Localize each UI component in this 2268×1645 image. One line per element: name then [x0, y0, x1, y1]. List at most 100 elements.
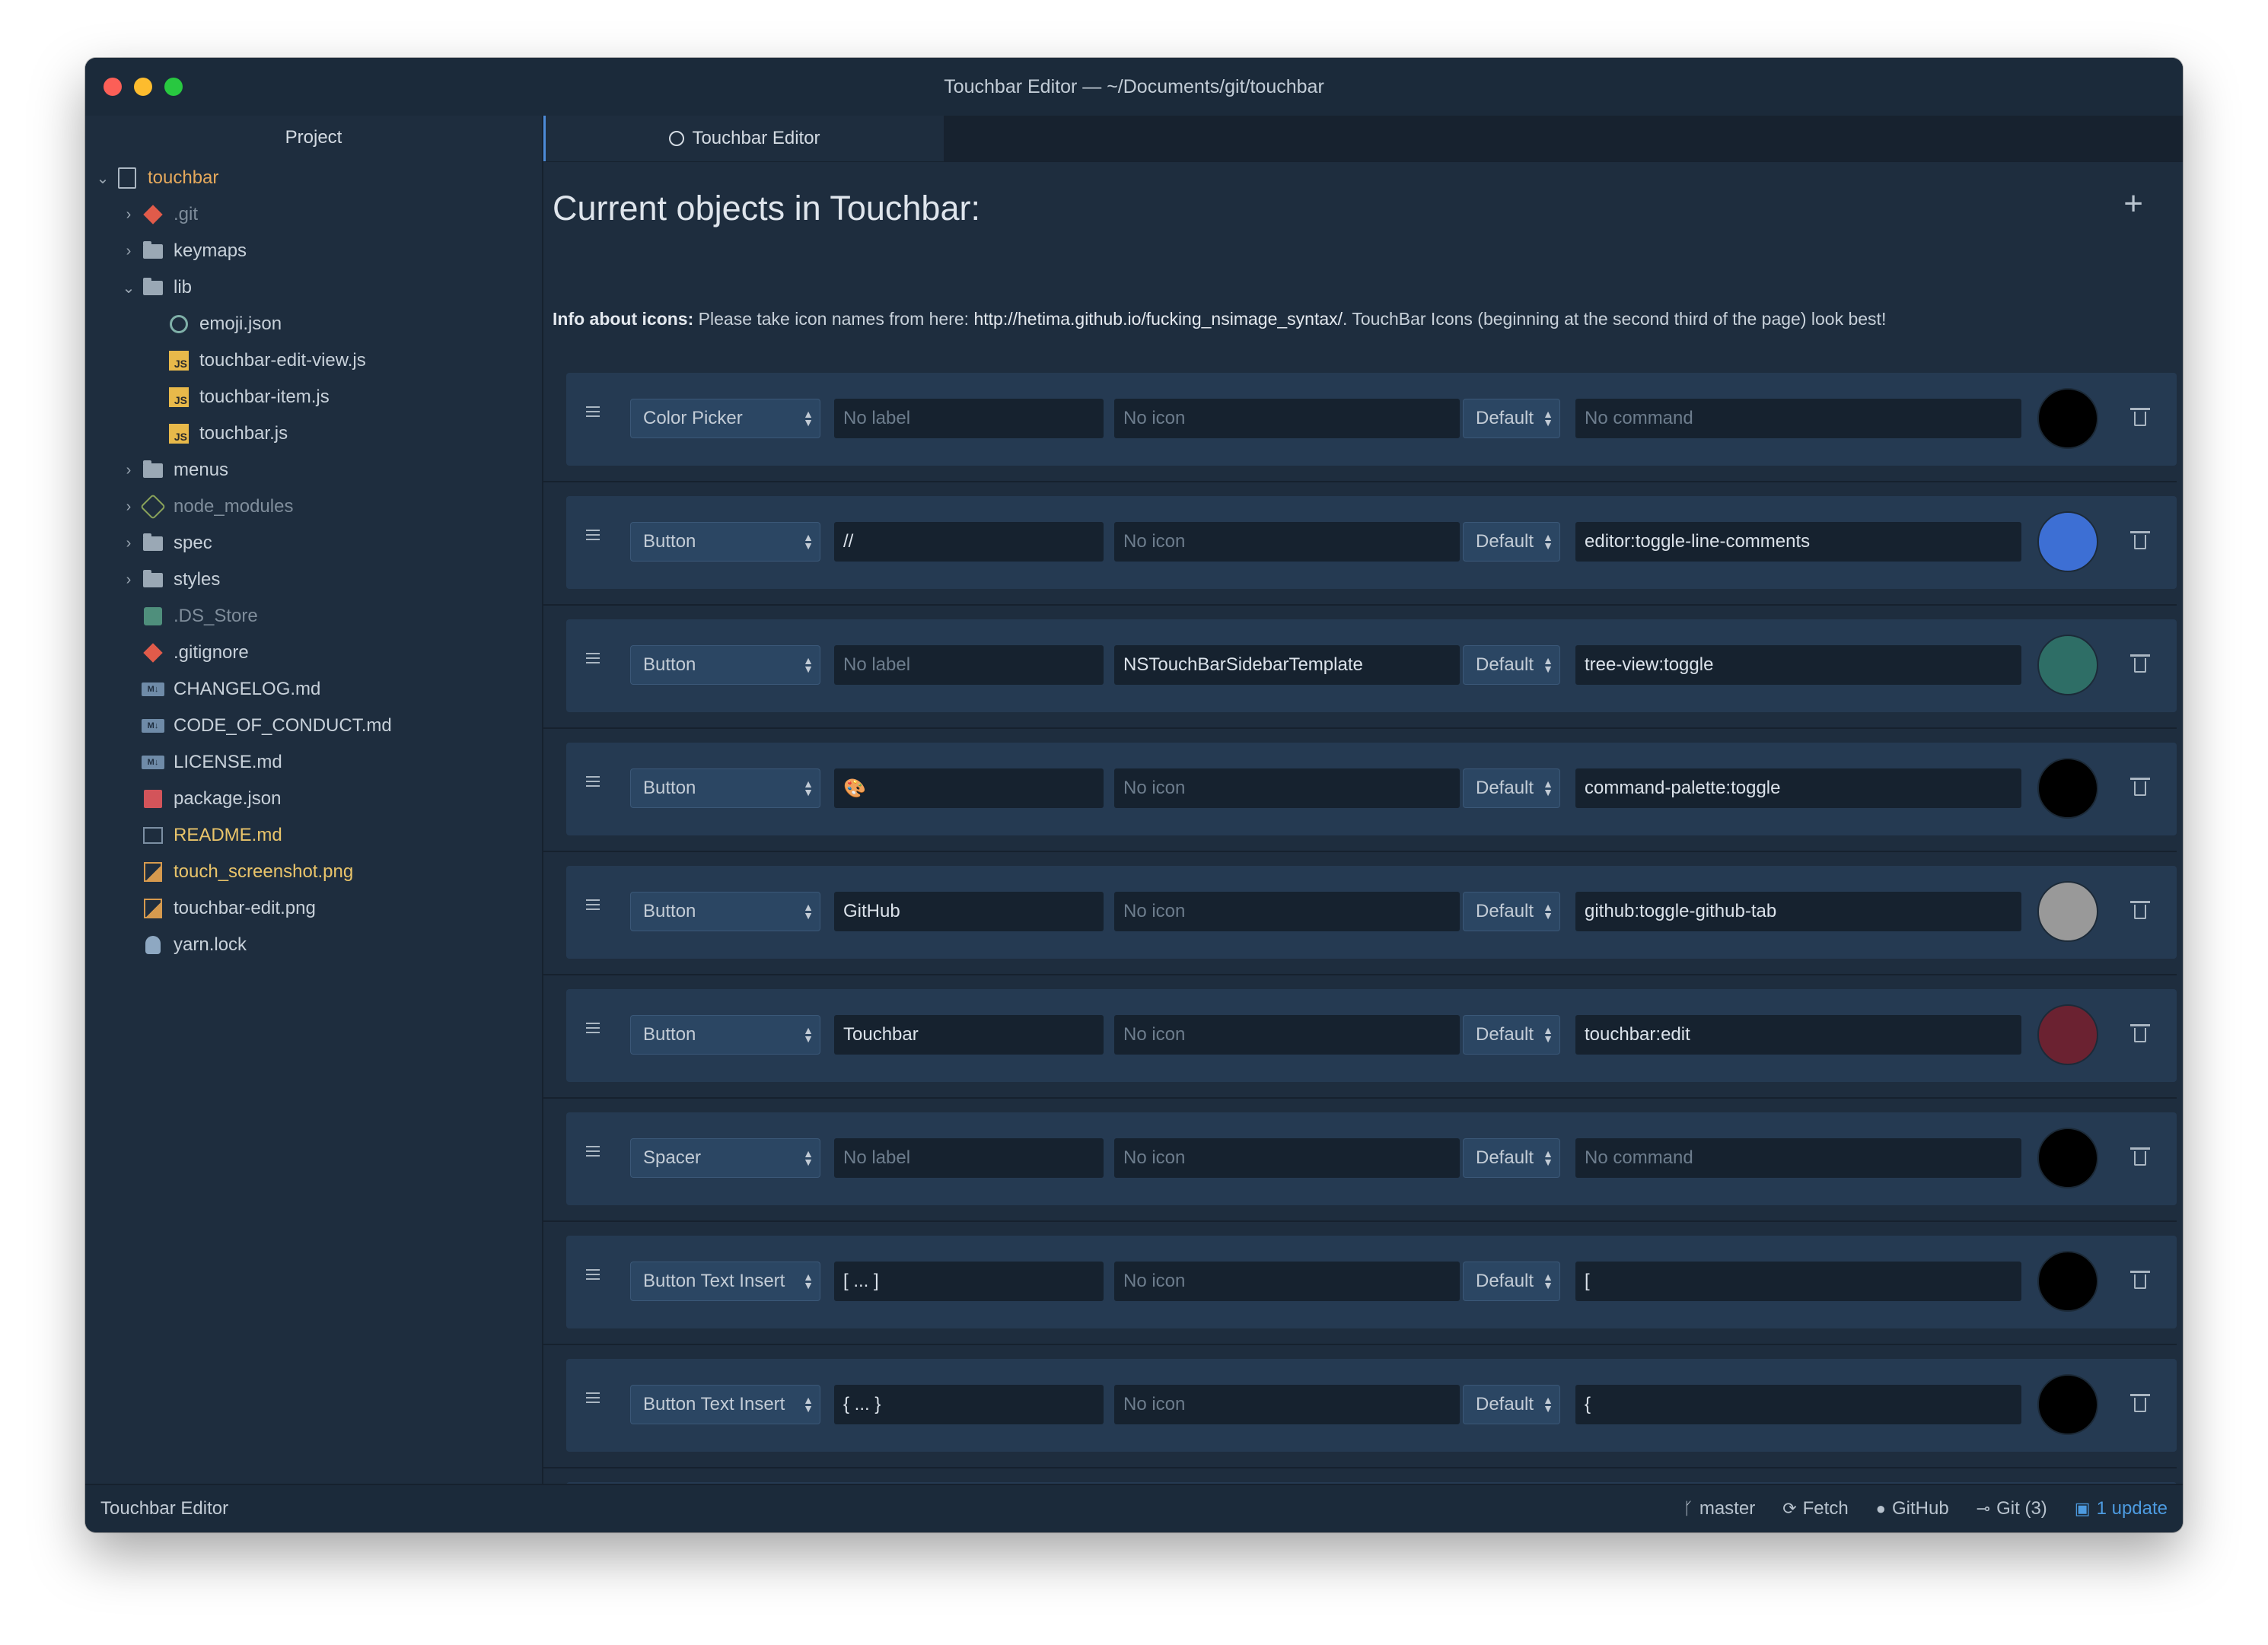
icon-input[interactable]: No icon: [1114, 1385, 1460, 1424]
trash-icon[interactable]: [2130, 1394, 2150, 1412]
tree-file[interactable]: › node_modules: [120, 488, 293, 525]
minimize-window-button[interactable]: [134, 78, 152, 96]
drag-handle-icon[interactable]: [586, 776, 600, 787]
item-type-select[interactable]: Button ▲ ▼: [630, 645, 820, 685]
tree-file[interactable]: .DS_Store: [120, 598, 258, 635]
tree-file[interactable]: › .git: [120, 196, 198, 233]
tree-file[interactable]: JS touchbar.js: [146, 415, 288, 452]
item-type-select[interactable]: Button Text Insert ▲ ▼: [630, 1262, 820, 1301]
item-type-select[interactable]: Button ▲ ▼: [630, 892, 820, 931]
trash-icon[interactable]: [2130, 408, 2150, 426]
tree-folder[interactable]: › spec: [120, 525, 212, 562]
tree-folder[interactable]: › menus: [120, 452, 228, 488]
mode-select[interactable]: Default ▲ ▼: [1463, 399, 1560, 438]
tree-file[interactable]: JS touchbar-edit-view.js: [146, 342, 366, 379]
trash-icon[interactable]: [2130, 1147, 2150, 1166]
color-swatch[interactable]: [2037, 1251, 2098, 1312]
command-input[interactable]: No command: [1575, 1138, 2021, 1178]
git-status[interactable]: ⊸ Git (3): [1977, 1498, 2047, 1519]
drag-handle-icon[interactable]: [586, 653, 600, 663]
tree-file[interactable]: touchbar-edit.png: [120, 890, 316, 927]
label-input[interactable]: Touchbar: [834, 1015, 1104, 1055]
command-input[interactable]: [: [1575, 1262, 2021, 1301]
mode-select[interactable]: Default ▲ ▼: [1463, 768, 1560, 808]
drag-handle-icon[interactable]: [586, 1269, 600, 1280]
drag-handle-icon[interactable]: [586, 530, 600, 540]
color-swatch[interactable]: [2037, 1128, 2098, 1188]
drag-handle-icon[interactable]: [586, 1392, 600, 1403]
icon-input[interactable]: No icon: [1114, 399, 1460, 438]
color-swatch[interactable]: [2037, 1374, 2098, 1435]
trash-icon[interactable]: [2130, 654, 2150, 673]
tree-file[interactable]: M↓ LICENSE.md: [120, 744, 282, 781]
command-input[interactable]: {: [1575, 1385, 2021, 1424]
color-swatch[interactable]: [2037, 511, 2098, 572]
tree-folder[interactable]: ⌄ lib: [120, 269, 192, 306]
command-input[interactable]: command-palette:toggle: [1575, 768, 2021, 808]
close-window-button[interactable]: [104, 78, 122, 96]
chevron-right-icon[interactable]: ›: [120, 243, 137, 260]
mode-select[interactable]: Default ▲ ▼: [1463, 522, 1560, 562]
icon-docs-link[interactable]: http://hetima.github.io/fucking_nsimage_…: [973, 309, 1343, 329]
item-type-select[interactable]: Button ▲ ▼: [630, 768, 820, 808]
chevron-right-icon[interactable]: ›: [120, 571, 137, 589]
tree-file[interactable]: .gitignore: [120, 635, 249, 671]
command-input[interactable]: touchbar:edit: [1575, 1015, 2021, 1055]
mode-select[interactable]: Default ▲ ▼: [1463, 1015, 1560, 1055]
label-input[interactable]: 🎨: [834, 768, 1104, 808]
item-type-select[interactable]: Button ▲ ▼: [630, 1015, 820, 1055]
item-type-select[interactable]: Button ▲ ▼: [630, 522, 820, 562]
item-type-select[interactable]: Button Text Insert ▲ ▼: [630, 1385, 820, 1424]
drag-handle-icon[interactable]: [586, 899, 600, 910]
tree-file[interactable]: M↓ CODE_OF_CONDUCT.md: [120, 708, 392, 744]
label-input[interactable]: { ... }: [834, 1385, 1104, 1424]
drag-handle-icon[interactable]: [586, 1023, 600, 1033]
label-input[interactable]: //: [834, 522, 1104, 562]
branch-status[interactable]: ᚴ master: [1683, 1498, 1756, 1519]
add-item-button[interactable]: +: [2123, 187, 2143, 221]
tab-touchbar-editor[interactable]: Touchbar Editor: [543, 116, 944, 161]
chevron-right-icon[interactable]: ›: [120, 498, 137, 516]
tree-folder[interactable]: › keymaps: [120, 233, 247, 269]
github-status[interactable]: ● GitHub: [1876, 1498, 1949, 1519]
mode-select[interactable]: Default ▲ ▼: [1463, 645, 1560, 685]
label-input[interactable]: No label: [834, 399, 1104, 438]
icon-input[interactable]: No icon: [1114, 1015, 1460, 1055]
tree-folder[interactable]: › styles: [120, 562, 221, 598]
label-input[interactable]: GitHub: [834, 892, 1104, 931]
icon-input[interactable]: No icon: [1114, 1262, 1460, 1301]
update-status[interactable]: ▣ 1 update: [2075, 1498, 2168, 1519]
command-input[interactable]: editor:toggle-line-comments: [1575, 522, 2021, 562]
color-swatch[interactable]: [2037, 881, 2098, 942]
color-swatch[interactable]: [2037, 635, 2098, 695]
color-swatch[interactable]: [2037, 758, 2098, 819]
chevron-right-icon[interactable]: ›: [120, 206, 137, 224]
label-input[interactable]: No label: [834, 1138, 1104, 1178]
tree-file[interactable]: yarn.lock: [120, 927, 247, 963]
tree-root[interactable]: ⌄ touchbar: [94, 160, 218, 196]
chevron-right-icon[interactable]: ›: [120, 535, 137, 552]
chevron-right-icon[interactable]: ›: [120, 462, 137, 479]
item-type-select[interactable]: Spacer ▲ ▼: [630, 1138, 820, 1178]
tree-file[interactable]: touch_screenshot.png: [120, 854, 353, 890]
tree-file[interactable]: README.md: [120, 817, 282, 854]
item-type-select[interactable]: Color Picker ▲ ▼: [630, 399, 820, 438]
command-input[interactable]: No command: [1575, 399, 2021, 438]
label-input[interactable]: [ ... ]: [834, 1262, 1104, 1301]
command-input[interactable]: tree-view:toggle: [1575, 645, 2021, 685]
icon-input[interactable]: NSTouchBarSidebarTemplate: [1114, 645, 1460, 685]
drag-handle-icon[interactable]: [586, 406, 600, 417]
tree-file[interactable]: emoji.json: [146, 306, 282, 342]
icon-input[interactable]: No icon: [1114, 1138, 1460, 1178]
color-swatch[interactable]: [2037, 1004, 2098, 1065]
maximize-window-button[interactable]: [164, 78, 183, 96]
tree-file[interactable]: package.json: [120, 781, 281, 817]
fetch-status[interactable]: ⟳ Fetch: [1782, 1498, 1848, 1519]
mode-select[interactable]: Default ▲ ▼: [1463, 1262, 1560, 1301]
label-input[interactable]: No label: [834, 645, 1104, 685]
trash-icon[interactable]: [2130, 778, 2150, 796]
drag-handle-icon[interactable]: [586, 1146, 600, 1157]
tree-file[interactable]: JS touchbar-item.js: [146, 379, 330, 415]
icon-input[interactable]: No icon: [1114, 768, 1460, 808]
chevron-down-icon[interactable]: ⌄: [120, 278, 137, 298]
